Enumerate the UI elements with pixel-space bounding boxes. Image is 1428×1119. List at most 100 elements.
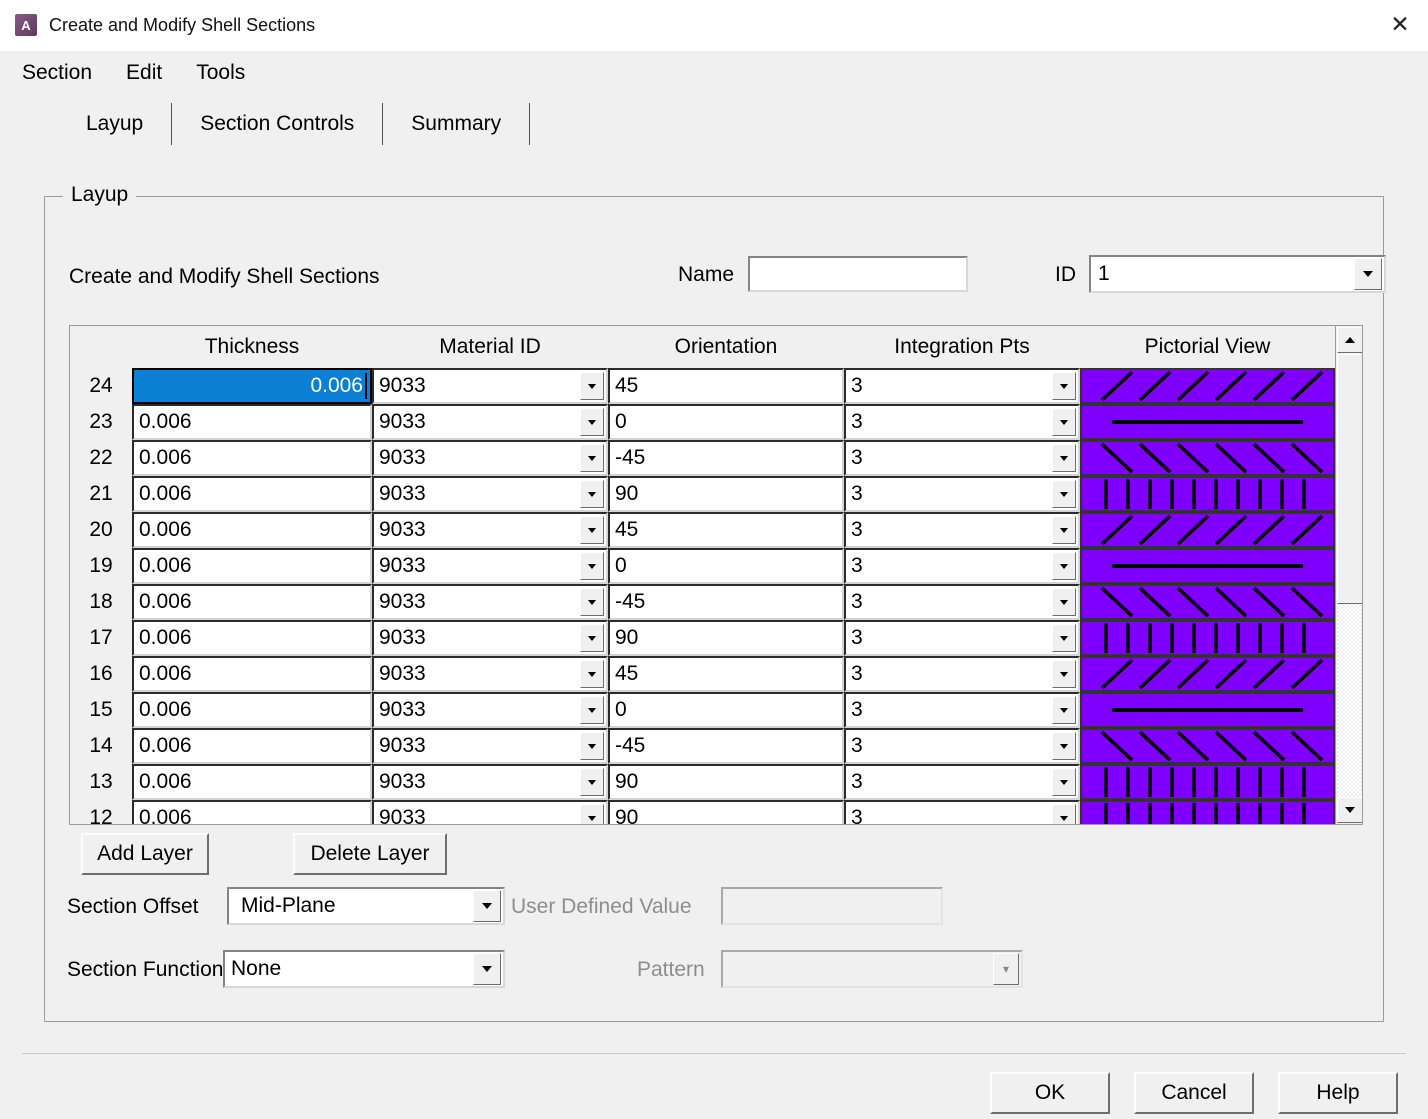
table-row[interactable]: 14 0.006 9033 -45 3	[70, 728, 1362, 764]
chevron-down-icon[interactable]	[580, 804, 604, 824]
table-scrollbar[interactable]	[1335, 326, 1362, 824]
menu-item-section[interactable]: Section	[18, 59, 96, 87]
orientation-cell[interactable]: 0	[608, 404, 844, 440]
integration-pts-cell[interactable]: 3	[844, 620, 1080, 656]
integration-pts-cell[interactable]: 3	[844, 440, 1080, 476]
integration-pts-cell[interactable]: 3	[844, 404, 1080, 440]
integration-pts-cell[interactable]: 3	[844, 656, 1080, 692]
orientation-cell[interactable]: -45	[608, 584, 844, 620]
thickness-cell[interactable]: 0.006	[132, 512, 372, 548]
table-row[interactable]: 24 0.006 9033 45 3	[70, 368, 1362, 404]
chevron-down-icon[interactable]	[1052, 480, 1076, 508]
help-button[interactable]: Help	[1278, 1072, 1398, 1114]
material-id-cell[interactable]: 9033	[372, 728, 608, 764]
material-id-cell[interactable]: 9033	[372, 404, 608, 440]
orientation-cell[interactable]: 0	[608, 692, 844, 728]
chevron-down-icon[interactable]	[580, 732, 604, 760]
material-id-cell[interactable]: 9033	[372, 584, 608, 620]
chevron-down-icon[interactable]	[580, 552, 604, 580]
chevron-down-icon[interactable]	[1052, 552, 1076, 580]
chevron-down-icon[interactable]	[580, 516, 604, 544]
thickness-cell[interactable]: 0.006	[132, 692, 372, 728]
orientation-cell[interactable]: 45	[608, 368, 844, 404]
section-function-combobox[interactable]: None	[223, 950, 505, 988]
thickness-cell[interactable]: 0.006	[132, 476, 372, 512]
table-row[interactable]: 13 0.006 9033 90 3	[70, 764, 1362, 800]
chevron-down-icon[interactable]	[580, 372, 604, 400]
table-row[interactable]: 23 0.006 9033 0 3	[70, 404, 1362, 440]
chevron-down-icon[interactable]	[580, 408, 604, 436]
thickness-cell[interactable]: 0.006	[132, 440, 372, 476]
material-id-cell[interactable]: 9033	[372, 476, 608, 512]
id-combobox[interactable]: 1	[1089, 255, 1386, 293]
chevron-down-icon[interactable]	[580, 660, 604, 688]
ok-button[interactable]: OK	[990, 1072, 1110, 1114]
chevron-down-icon[interactable]	[1052, 624, 1076, 652]
table-row[interactable]: 20 0.006 9033 45 3	[70, 512, 1362, 548]
chevron-down-icon[interactable]	[1052, 732, 1076, 760]
tab-layup[interactable]: Layup	[76, 112, 153, 136]
orientation-cell[interactable]: 0	[608, 548, 844, 584]
scroll-up-icon[interactable]	[1337, 327, 1362, 353]
thickness-cell[interactable]: 0.006	[132, 548, 372, 584]
integration-pts-cell[interactable]: 3	[844, 548, 1080, 584]
thickness-cell[interactable]: 0.006	[132, 656, 372, 692]
thickness-cell[interactable]: 0.006	[132, 728, 372, 764]
material-id-cell[interactable]: 9033	[372, 512, 608, 548]
section-offset-combobox[interactable]: Mid-Plane	[227, 887, 505, 925]
chevron-down-icon[interactable]	[1052, 696, 1076, 724]
material-id-cell[interactable]: 9033	[372, 440, 608, 476]
thickness-cell[interactable]: 0.006	[132, 404, 372, 440]
chevron-down-icon[interactable]	[1052, 768, 1076, 796]
chevron-down-icon[interactable]	[580, 696, 604, 724]
integration-pts-cell[interactable]: 3	[844, 512, 1080, 548]
chevron-down-icon[interactable]	[580, 480, 604, 508]
table-row[interactable]: 22 0.006 9033 -45 3	[70, 440, 1362, 476]
name-input[interactable]	[748, 256, 968, 292]
chevron-down-icon[interactable]	[1052, 516, 1076, 544]
chevron-down-icon[interactable]	[1354, 258, 1382, 290]
integration-pts-cell[interactable]: 3	[844, 764, 1080, 800]
orientation-cell[interactable]: 90	[608, 620, 844, 656]
table-row[interactable]: 12 0.006 9033 90 3	[70, 800, 1362, 824]
chevron-down-icon[interactable]	[1052, 804, 1076, 824]
orientation-cell[interactable]: 90	[608, 800, 844, 824]
material-id-cell[interactable]: 9033	[372, 368, 608, 404]
integration-pts-cell[interactable]: 3	[844, 692, 1080, 728]
orientation-cell[interactable]: 45	[608, 512, 844, 548]
material-id-cell[interactable]: 9033	[372, 692, 608, 728]
scroll-down-icon[interactable]	[1337, 797, 1362, 823]
thickness-cell[interactable]: 0.006	[132, 368, 372, 404]
material-id-cell[interactable]: 9033	[372, 800, 608, 824]
chevron-down-icon[interactable]	[580, 588, 604, 616]
chevron-down-icon[interactable]	[1052, 444, 1076, 472]
orientation-cell[interactable]: 90	[608, 476, 844, 512]
integration-pts-cell[interactable]: 3	[844, 800, 1080, 824]
chevron-down-icon[interactable]	[580, 444, 604, 472]
add-layer-button[interactable]: Add Layer	[81, 833, 209, 875]
chevron-down-icon[interactable]	[1052, 408, 1076, 436]
thickness-cell[interactable]: 0.006	[132, 620, 372, 656]
thickness-cell[interactable]: 0.006	[132, 800, 372, 824]
chevron-down-icon[interactable]	[1052, 372, 1076, 400]
table-row[interactable]: 16 0.006 9033 45 3	[70, 656, 1362, 692]
orientation-cell[interactable]: -45	[608, 440, 844, 476]
scrollbar-thumb[interactable]	[1337, 354, 1362, 604]
table-row[interactable]: 15 0.006 9033 0 3	[70, 692, 1362, 728]
integration-pts-cell[interactable]: 3	[844, 368, 1080, 404]
material-id-cell[interactable]: 9033	[372, 656, 608, 692]
chevron-down-icon[interactable]	[473, 890, 501, 922]
orientation-cell[interactable]: 90	[608, 764, 844, 800]
table-row[interactable]: 19 0.006 9033 0 3	[70, 548, 1362, 584]
chevron-down-icon[interactable]	[1052, 660, 1076, 688]
cancel-button[interactable]: Cancel	[1134, 1072, 1254, 1114]
menu-item-edit[interactable]: Edit	[122, 59, 166, 87]
material-id-cell[interactable]: 9033	[372, 764, 608, 800]
table-row[interactable]: 18 0.006 9033 -45 3	[70, 584, 1362, 620]
table-row[interactable]: 17 0.006 9033 90 3	[70, 620, 1362, 656]
thickness-cell[interactable]: 0.006	[132, 584, 372, 620]
chevron-down-icon[interactable]	[580, 768, 604, 796]
chevron-down-icon[interactable]	[473, 953, 501, 985]
integration-pts-cell[interactable]: 3	[844, 728, 1080, 764]
menu-item-tools[interactable]: Tools	[192, 59, 249, 87]
